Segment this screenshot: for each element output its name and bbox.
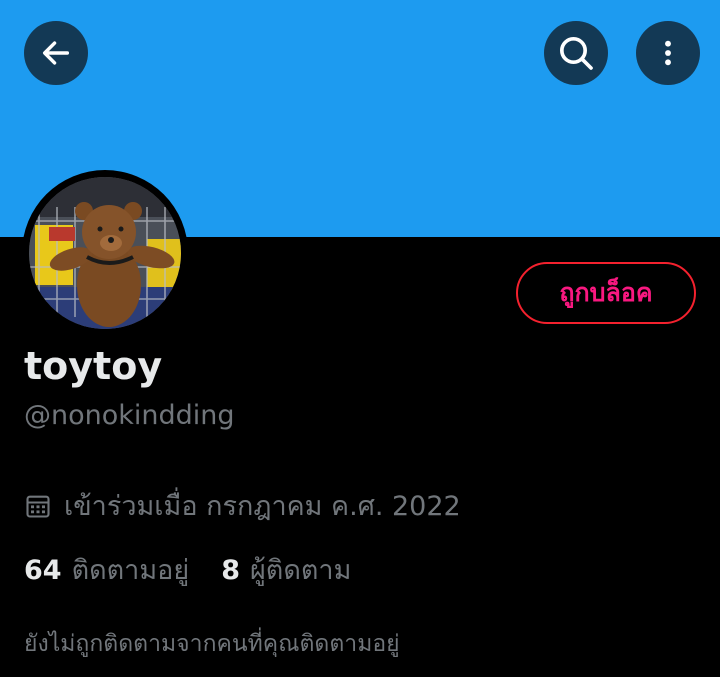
search-button[interactable] <box>544 21 608 85</box>
not-followed-by-following-text: ยังไม่ถูกติดตามจากคนที่คุณติดตามอยู่ <box>24 631 400 657</box>
blocked-button[interactable]: ถูกบล็อค <box>516 262 696 324</box>
more-options-button[interactable] <box>636 21 700 85</box>
follow-counts: 64 ติดตามอยู่ 8 ผู้ติดตาม <box>24 548 351 591</box>
followers-count: 8 <box>221 555 240 586</box>
arrow-left-icon <box>39 36 73 70</box>
search-icon <box>556 33 596 73</box>
followers-label: ผู้ติดตาม <box>249 555 352 586</box>
avatar-ring <box>22 170 188 336</box>
followers-link[interactable]: 8 ผู้ติดตาม <box>221 548 351 591</box>
following-label: ติดตามอยู่ <box>71 555 190 586</box>
join-date-text: เข้าร่วมเมื่อ กรกฎาคม ค.ศ. 2022 <box>64 491 461 522</box>
blocked-button-label: ถูกบล็อค <box>559 278 653 307</box>
join-date: เข้าร่วมเมื่อ กรกฎาคม ค.ศ. 2022 <box>24 484 461 527</box>
username-handle: @nonokindding <box>24 400 235 431</box>
calendar-icon <box>24 492 52 520</box>
avatar[interactable] <box>29 177 181 329</box>
back-button[interactable] <box>24 21 88 85</box>
following-link[interactable]: 64 ติดตามอยู่ <box>24 548 189 591</box>
display-name: toytoy <box>24 344 163 388</box>
more-vertical-icon <box>652 37 684 69</box>
following-count: 64 <box>24 555 62 586</box>
